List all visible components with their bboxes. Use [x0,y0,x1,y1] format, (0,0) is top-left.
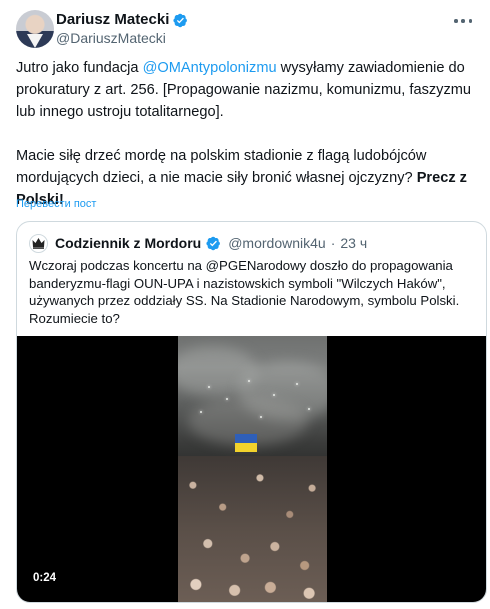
translate-post-link[interactable]: Перевести пост [16,198,96,210]
crown-icon [32,238,45,249]
crown-logo-icon[interactable] [29,233,48,253]
more-options-icon[interactable] [452,12,474,30]
tweet-paragraph-1: Jutro jako fundacja @OMAntypolonizmu wys… [16,57,476,123]
quoted-timestamp[interactable]: 23 ч [340,235,367,251]
verified-badge-icon [173,13,188,27]
tweet-header: Dariusz Matecki @DariuszMatecki [16,10,474,50]
quoted-tweet-header: Codziennik z Mordoru @mordownik4u · 23 ч [29,233,367,253]
quoted-author-handle[interactable]: @mordownik4u [228,235,325,251]
mention-link[interactable]: @OMAntypolonizmu [143,60,277,76]
tweet-text: Jutro jako fundacja @OMAntypolonizmu wys… [16,57,476,211]
crowd-image [178,456,327,602]
video-duration: 0:24 [33,572,57,584]
tweet-text-segment: Macie siłę drzeć mordę na polskim stadio… [16,148,427,186]
video-thumbnail [178,336,327,602]
quoted-tweet[interactable]: Codziennik z Mordoru @mordownik4u · 23 ч… [16,221,487,603]
quoted-tweet-text: Wczoraj podczas koncertu na @PGENarodowy… [29,258,460,326]
author-avatar[interactable] [16,10,54,48]
separator-dot: · [330,235,336,251]
verified-badge-icon [206,236,221,250]
tweet-text-segment: Jutro jako fundacja [16,60,143,76]
quoted-author-name[interactable]: Codziennik z Mordoru [55,235,201,251]
flag-image [235,434,257,452]
author-handle[interactable]: @DariuszMatecki [56,30,166,47]
author-name-row: Dariusz Matecki [56,11,188,29]
video-player[interactable] [17,336,486,602]
author-name[interactable]: Dariusz Matecki [56,11,169,29]
